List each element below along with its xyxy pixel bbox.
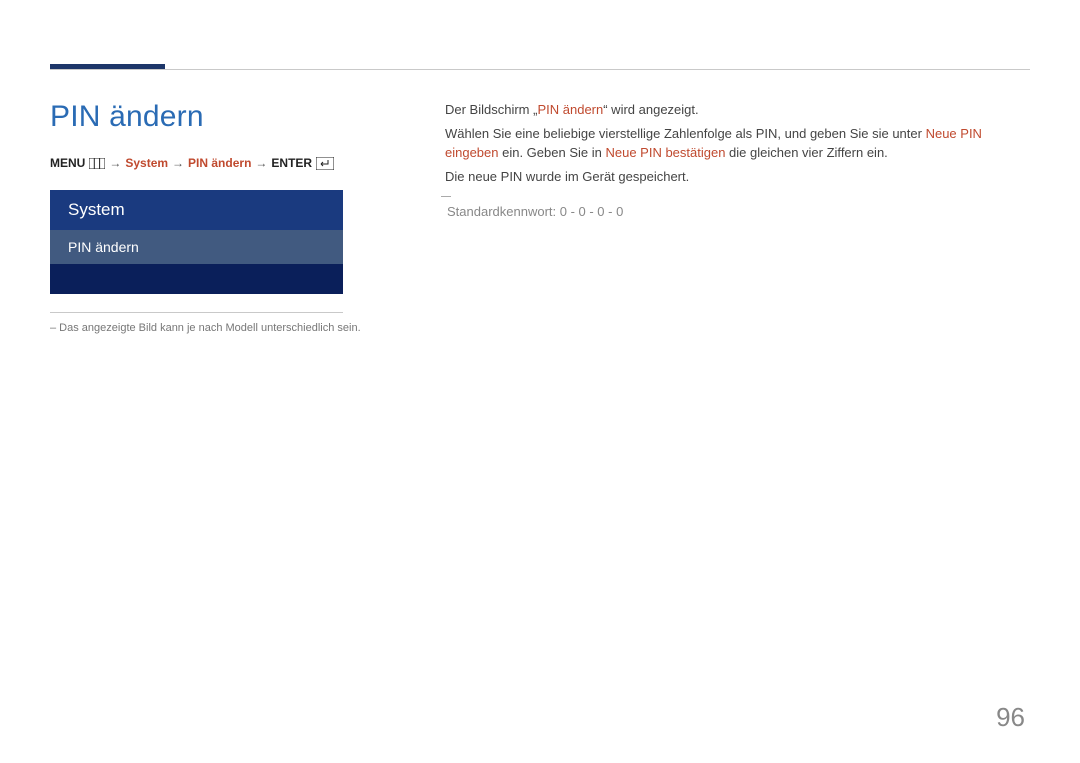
body-line-1: Der Bildschirm „PIN ändern“ wird angezei… — [445, 100, 1030, 120]
page-number: 96 — [996, 702, 1025, 733]
arrow-icon: → — [109, 156, 121, 170]
text: “ wird angezeigt. — [603, 102, 698, 117]
menu-preview: System PIN ändern — [50, 190, 343, 294]
page-title: PIN ändern — [50, 100, 390, 134]
left-footnote: – Das angezeigte Bild kann je nach Model… — [50, 321, 390, 336]
body-line-2: Wählen Sie eine beliebige vierstellige Z… — [445, 124, 1030, 163]
left-column: PIN ändern MENU → System → PIN ändern → … — [50, 100, 390, 337]
highlight-pin-aendern: PIN ändern — [537, 102, 603, 117]
text: die gleichen vier Ziffern ein. — [725, 145, 887, 160]
breadcrumb-menu: MENU — [50, 156, 85, 170]
menu-header: System — [50, 190, 343, 230]
breadcrumb: MENU → System → PIN ändern → ENTER — [50, 156, 390, 170]
content: PIN ändern MENU → System → PIN ändern → … — [50, 100, 1030, 337]
body-line-3: Die neue PIN wurde im Gerät gespeichert. — [445, 167, 1030, 187]
document-page: PIN ändern MENU → System → PIN ändern → … — [0, 0, 1080, 763]
arrow-icon: → — [255, 156, 267, 170]
highlight-neue-pin-bestaetigen: Neue PIN bestätigen — [605, 145, 725, 160]
breadcrumb-enter: ENTER — [271, 156, 312, 170]
arrow-icon: → — [172, 156, 184, 170]
top-rule — [50, 69, 1030, 70]
default-password-note: Standardkennwort: 0 - 0 - 0 - 0 — [447, 202, 1030, 222]
small-rule — [50, 312, 343, 313]
menu-item-pin: PIN ändern — [50, 230, 343, 264]
breadcrumb-system: System — [125, 156, 168, 170]
text: Wählen Sie eine beliebige vierstellige Z… — [445, 126, 926, 141]
text: Der Bildschirm „ — [445, 102, 537, 117]
menu-empty-row — [50, 264, 343, 294]
enter-icon — [316, 156, 334, 170]
right-column: Der Bildschirm „PIN ändern“ wird angezei… — [390, 100, 1030, 337]
menu-grid-icon — [89, 156, 105, 170]
text: ein. Geben Sie in — [499, 145, 606, 160]
breadcrumb-pin: PIN ändern — [188, 156, 251, 170]
